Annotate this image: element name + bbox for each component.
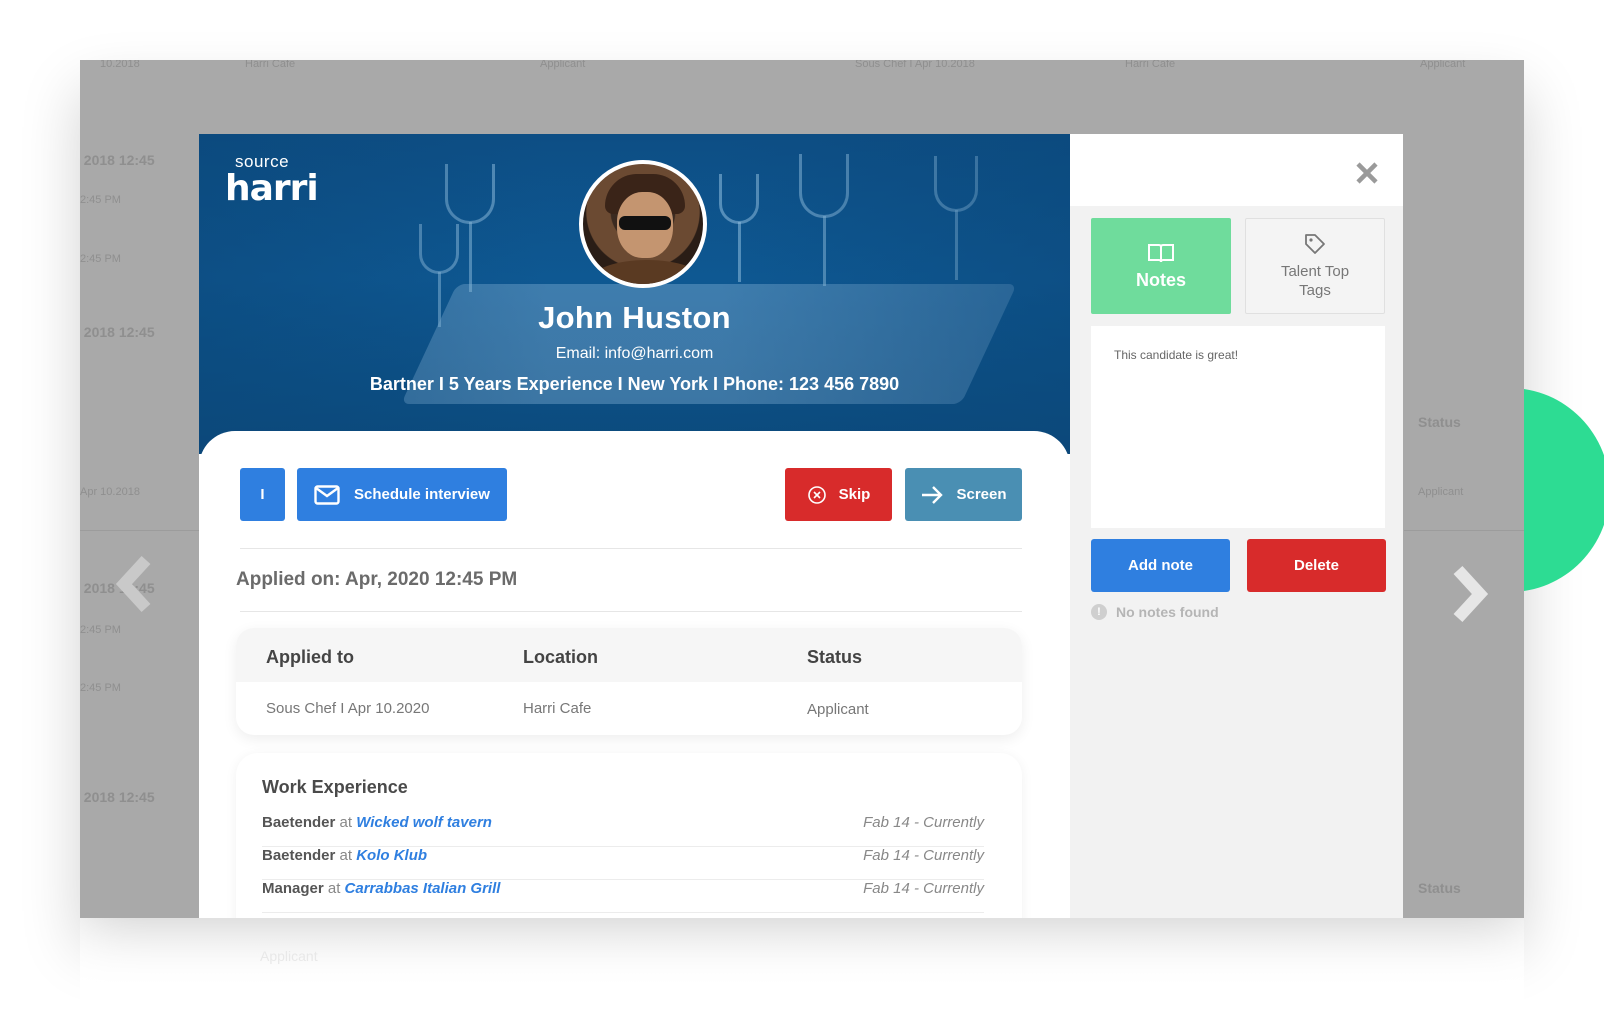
tab-tags-label: Talent Top Tags: [1281, 262, 1349, 300]
schedule-interview-button[interactable]: Schedule interview: [297, 468, 507, 521]
note-textarea[interactable]: This candidate is great!: [1091, 326, 1385, 528]
tab-tags-line2: Tags: [1299, 282, 1331, 299]
delete-button[interactable]: Delete: [1247, 539, 1386, 592]
x-circle-icon: [807, 485, 826, 504]
bg-text: 2:45 PM: [80, 194, 121, 206]
work-experience-card: Work Experience Baetender at Wicked wolf…: [236, 753, 1022, 918]
screen-label: Screen: [956, 486, 1007, 503]
side-panel-header: [1070, 134, 1403, 206]
bg-text: 2:45 PM: [80, 253, 121, 265]
tab-tags-line1: Talent Top: [1280, 263, 1350, 280]
arrow-right-icon: [922, 485, 944, 504]
divider: [240, 611, 1022, 612]
at-word: at: [339, 814, 353, 831]
skip-label: Skip: [838, 486, 871, 503]
tab-talent-top-tags[interactable]: Talent Top Tags: [1245, 218, 1385, 314]
bg-divider: [1404, 530, 1524, 531]
i-button-label: I: [260, 486, 265, 503]
candidate-name: John Huston: [538, 300, 731, 335]
bg-text: 10.2018: [100, 60, 140, 70]
notes-side-panel: Notes Talent Top Tags This candidate is …: [1070, 134, 1403, 918]
bg-text: Applicant: [1420, 60, 1466, 70]
tab-notes-label: Notes: [1135, 269, 1186, 290]
at-word: at: [327, 880, 341, 897]
add-note-button[interactable]: Add note: [1091, 539, 1230, 592]
harri-logo: source harri: [225, 152, 319, 209]
at-word: at: [339, 847, 353, 864]
next-candidate-button[interactable]: [1448, 564, 1488, 624]
job-period: Fab 14 - Currently: [863, 880, 984, 897]
bg-text: Status: [1418, 414, 1461, 430]
bg-text: Harri Cafe: [1125, 60, 1176, 70]
prev-candidate-button[interactable]: [116, 554, 156, 614]
bg-text: Status: [1418, 880, 1461, 896]
add-note-label: Add note: [1128, 557, 1193, 574]
list-item: Manager at Carrabbas Italian Grill Fab 1…: [262, 880, 984, 913]
info-icon: !: [1091, 604, 1107, 620]
bottom-fade: Applicant: [80, 918, 1524, 1018]
profile-hero: source harri John Huston Email: info@har…: [199, 134, 1070, 454]
chevron-left-icon: [116, 555, 151, 613]
screen-button[interactable]: Screen: [905, 468, 1022, 521]
bg-text: 2:45 PM: [80, 624, 121, 636]
header-location: Location: [523, 647, 598, 667]
logo-main: harri: [225, 168, 319, 209]
envelope-icon: [314, 484, 340, 505]
bg-text: , 2018 12:45: [80, 152, 155, 168]
application-status-card: Applied to Location Status Sous Chef I A…: [236, 628, 1022, 735]
job-period: Fab 14 - Currently: [863, 814, 984, 831]
tab-notes[interactable]: Notes: [1091, 218, 1231, 314]
bg-text: , 2018 12:45: [80, 324, 155, 340]
header-status: Status: [807, 647, 863, 667]
value-location: Harri Cafe: [523, 700, 592, 717]
bg-text: Applicant: [540, 60, 586, 70]
bg-text: , 2018 12:45: [80, 789, 155, 805]
avatar-part: [619, 216, 671, 230]
candidate-meta: Bartner I 5 Years Experience I New York …: [369, 374, 900, 394]
candidate-profile-panel: source harri John Huston Email: info@har…: [199, 134, 1070, 918]
header-applied-to: Applied to: [266, 647, 354, 667]
bg-text: Applicant: [1418, 486, 1464, 498]
value-applied-to: Sous Chef I Apr 10.2020: [266, 700, 430, 717]
book-icon: [1148, 243, 1174, 262]
bg-text: Applicant: [260, 948, 318, 964]
bg-text: 2:45 PM: [80, 682, 121, 694]
job-role: Baetender: [262, 847, 336, 864]
profile-body: I Schedule interview Skip Screen Applied…: [199, 431, 1070, 918]
avatar-part: [591, 260, 703, 284]
bg-divider: [80, 530, 200, 531]
close-icon[interactable]: [1354, 160, 1380, 186]
tag-icon: [1305, 234, 1325, 254]
schedule-interview-label: Schedule interview: [354, 486, 490, 503]
list-item: Baetender at Kolo Klub Fab 14 - Currentl…: [262, 847, 984, 880]
candidate-avatar: [579, 160, 707, 288]
delete-label: Delete: [1293, 557, 1340, 574]
no-notes-label: No notes found: [1116, 604, 1219, 620]
i-button[interactable]: I: [240, 468, 285, 521]
bg-text: Harri Cafe: [245, 60, 296, 70]
applied-on-text: Applied on: Apr, 2020 12:45 PM: [236, 569, 518, 590]
no-notes-message: ! No notes found: [1091, 604, 1219, 620]
list-item: Baetender at Wicked wolf tavern Fab 14 -…: [262, 814, 984, 847]
bg-text: Apr 10.2018: [80, 486, 140, 498]
job-role: Baetender: [262, 814, 336, 831]
value-status: Applicant: [807, 701, 869, 718]
stage: 10.2018 Harri Cafe Applicant Sous Chef I…: [0, 0, 1604, 1018]
job-period: Fab 14 - Currently: [863, 847, 984, 864]
company-link[interactable]: Wicked wolf tavern: [356, 814, 492, 831]
company-link[interactable]: Carrabbas Italian Grill: [345, 880, 501, 897]
skip-button[interactable]: Skip: [785, 468, 892, 521]
candidate-email: Email: info@harri.com: [555, 345, 714, 362]
bg-text: Sous Chef I Apr 10.2018: [855, 60, 975, 70]
work-experience-title: Work Experience: [262, 777, 408, 797]
job-role: Manager: [262, 880, 324, 897]
company-link[interactable]: Kolo Klub: [356, 847, 427, 864]
chevron-right-icon: [1453, 565, 1488, 623]
divider: [240, 548, 1022, 549]
